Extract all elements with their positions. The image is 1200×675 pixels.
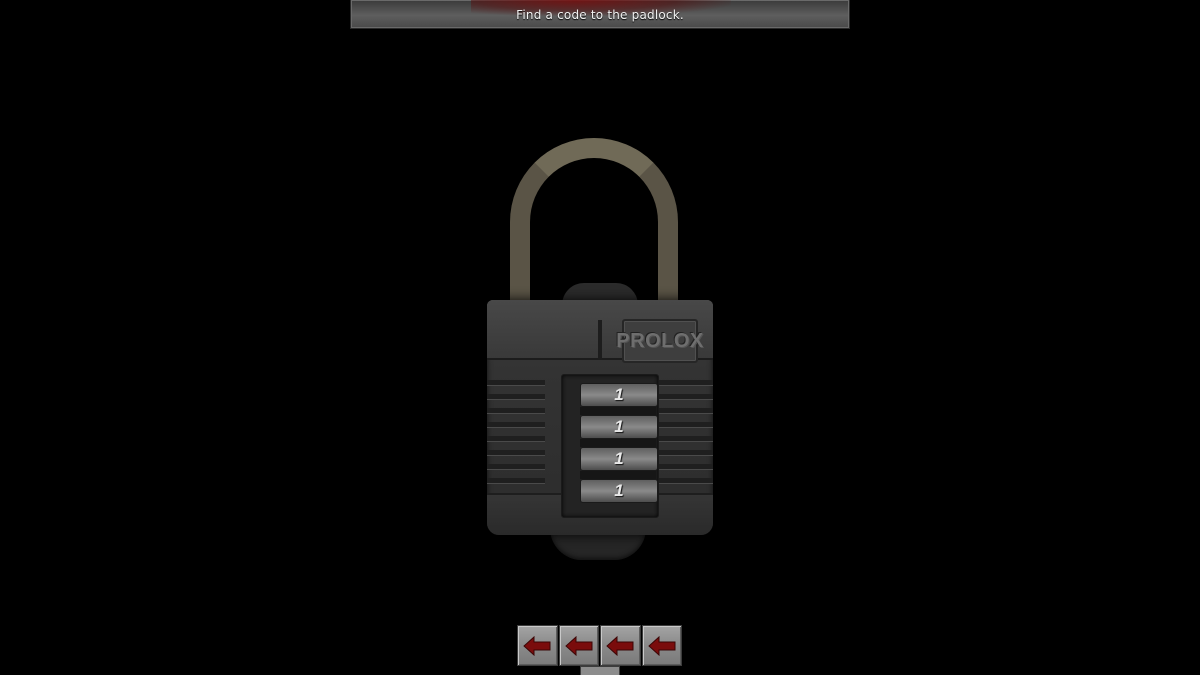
dial-3-value: 1 xyxy=(614,449,624,468)
dial-separator xyxy=(580,439,656,447)
combination-dial-4[interactable]: 1 xyxy=(580,479,658,503)
dial-1-arrow-button[interactable] xyxy=(517,625,558,666)
brand-plate: PROLOX xyxy=(616,319,703,363)
dial-2-value: 1 xyxy=(614,417,624,436)
dial-separator xyxy=(580,471,656,479)
dial-4-value: 1 xyxy=(614,481,624,500)
dial-controls xyxy=(517,625,683,666)
dial-3-arrow-button[interactable] xyxy=(600,625,641,666)
left-arrow-icon xyxy=(565,635,593,656)
cancel-tab[interactable] xyxy=(580,666,620,675)
combination-dial-2[interactable]: 1 xyxy=(580,415,658,439)
left-arrow-icon xyxy=(648,635,676,656)
padlock: PROLOX 1 1 1 1 xyxy=(470,130,730,570)
combination-dial-3[interactable]: 1 xyxy=(580,447,658,471)
dial-2-arrow-button[interactable] xyxy=(558,625,599,666)
hint-text: Find a code to the padlock. xyxy=(516,8,684,22)
padlock-body: PROLOX 1 1 1 1 xyxy=(487,300,713,535)
brand-text: PROLOX xyxy=(616,329,704,352)
right-grill xyxy=(655,380,713,490)
padlock-notch xyxy=(598,320,602,360)
dial-1-value: 1 xyxy=(614,385,624,404)
dial-separator xyxy=(580,407,656,415)
dial-housing: 1 1 1 1 xyxy=(561,374,659,518)
combination-dial-1[interactable]: 1 xyxy=(580,383,658,407)
dial-4-arrow-button[interactable] xyxy=(641,625,682,666)
left-grill xyxy=(487,380,545,490)
left-arrow-icon xyxy=(606,635,634,656)
left-arrow-icon xyxy=(523,635,551,656)
hint-banner: Find a code to the padlock. xyxy=(350,0,850,29)
